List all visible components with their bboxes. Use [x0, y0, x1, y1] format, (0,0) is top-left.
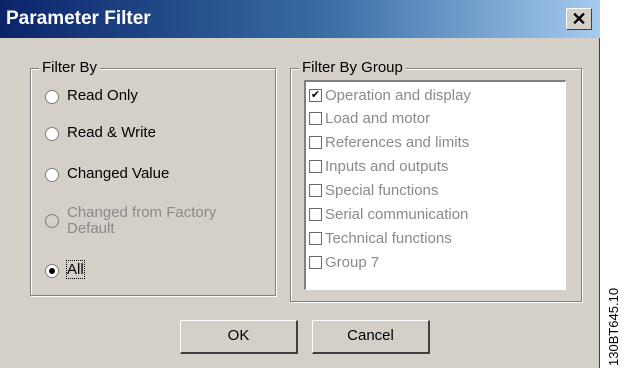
radio-button-icon — [45, 127, 59, 141]
filter-by-group: Filter By Read Only Read & Write Changed… — [30, 59, 276, 296]
radio-label-read-write: Read & Write — [67, 124, 156, 141]
figure-code: 130BT645.10 — [606, 287, 621, 366]
checkbox-icon — [309, 183, 322, 197]
filter-by-legend: Filter By — [39, 59, 101, 76]
checkbox-icon — [309, 231, 322, 245]
radio-button-icon — [45, 214, 59, 228]
radio-label-line2: Default — [67, 220, 115, 237]
list-item[interactable]: Serial communication — [309, 203, 468, 225]
group-item-label: References and limits — [325, 133, 470, 151]
radio-label-all: All — [66, 260, 85, 279]
radio-label-read-only: Read Only — [67, 87, 138, 104]
checkbox-icon — [309, 255, 322, 269]
group-item-label: Technical functions — [325, 229, 452, 247]
cancel-button[interactable]: Cancel — [312, 320, 430, 354]
group-checklist[interactable]: ✔ Operation and display Load and motor R… — [304, 80, 566, 290]
group-item-label: Inputs and outputs — [325, 157, 449, 175]
close-button[interactable]: ✕ — [566, 8, 592, 30]
radio-label-changed-value: Changed Value — [67, 165, 170, 182]
checkbox-checked-icon: ✔ — [309, 88, 322, 102]
group-item-label: Operation and display — [325, 86, 471, 104]
radio-label-line1: Changed from Factory — [67, 204, 217, 221]
list-item[interactable]: Inputs and outputs — [309, 155, 448, 177]
checkbox-icon — [309, 207, 322, 221]
ok-button[interactable]: OK — [180, 320, 298, 354]
group-item-label: Special functions — [325, 181, 439, 199]
close-icon: ✕ — [571, 9, 587, 29]
group-item-label: Load and motor — [325, 109, 431, 127]
list-item[interactable]: Group 7 — [309, 251, 379, 273]
group-item-label: Group 7 — [325, 253, 380, 271]
list-item[interactable]: Load and motor — [309, 107, 430, 129]
radio-read-write[interactable]: Read & Write — [45, 124, 156, 141]
radio-label-changed-from-factory: Changed from Factory Default — [67, 205, 216, 237]
group-item-label: Serial communication — [325, 205, 469, 223]
checkbox-icon — [309, 135, 322, 149]
radio-changed-from-factory-default: Changed from Factory Default — [45, 205, 216, 237]
radio-read-only[interactable]: Read Only — [45, 87, 138, 104]
list-item[interactable]: Special functions — [309, 179, 438, 201]
checkbox-icon — [309, 111, 322, 125]
checkbox-icon — [309, 159, 322, 173]
radio-button-icon — [45, 90, 59, 104]
parameter-filter-dialog: Parameter Filter ✕ Filter By Read Only R… — [0, 0, 600, 368]
title-bar: Parameter Filter ✕ — [0, 0, 600, 38]
radio-button-icon — [45, 264, 59, 278]
list-item[interactable]: References and limits — [309, 131, 469, 153]
window-title: Parameter Filter — [6, 8, 151, 29]
list-item[interactable]: Technical functions — [309, 227, 452, 249]
filter-by-group-legend: Filter By Group — [299, 59, 406, 76]
radio-all[interactable]: All — [45, 260, 85, 279]
radio-changed-value[interactable]: Changed Value — [45, 165, 169, 182]
radio-button-icon — [45, 168, 59, 182]
list-item[interactable]: ✔ Operation and display — [309, 84, 471, 106]
